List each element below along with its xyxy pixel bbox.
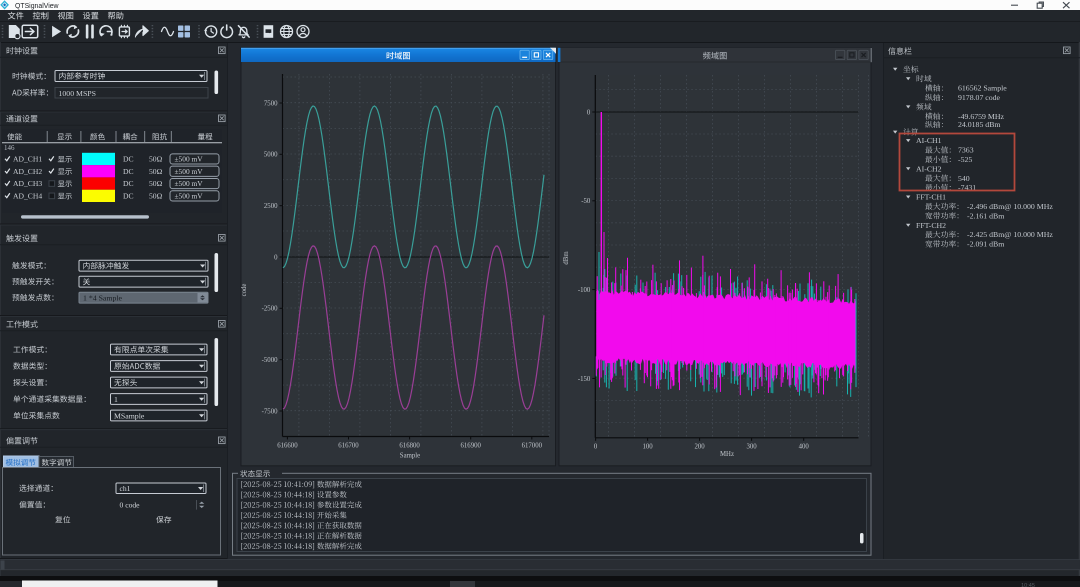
- svg-text:±500 mV: ±500 mV: [175, 179, 204, 188]
- svg-text:-100: -100: [578, 287, 591, 294]
- svg-text:10:45: 10:45: [1021, 583, 1035, 587]
- svg-text:AD_CH4: AD_CH4: [13, 192, 42, 201]
- svg-text:300: 300: [746, 444, 757, 451]
- svg-text:MHz: MHz: [720, 451, 734, 458]
- svg-text:DC: DC: [123, 155, 134, 164]
- svg-text:200: 200: [694, 444, 705, 451]
- svg-text:AD_CH3: AD_CH3: [13, 179, 42, 188]
- svg-text:-5000: -5000: [262, 357, 278, 364]
- svg-text:DC: DC: [123, 192, 134, 201]
- svg-text:1: 1: [114, 395, 118, 404]
- svg-text:5000: 5000: [264, 152, 278, 159]
- svg-text:-2500: -2500: [262, 306, 278, 313]
- svg-text:Sample: Sample: [400, 453, 420, 460]
- svg-text:code: code: [241, 284, 248, 297]
- svg-text:±500 mV: ±500 mV: [175, 192, 204, 201]
- svg-text:AI-CH1: AI-CH1: [916, 136, 942, 145]
- svg-text:DC: DC: [123, 179, 134, 188]
- svg-text:MSample: MSample: [114, 411, 145, 420]
- svg-text:616800: 616800: [399, 443, 420, 450]
- svg-text:-2.161 dBm: -2.161 dBm: [967, 211, 1004, 220]
- svg-text:24.0185 dBm: 24.0185 dBm: [958, 120, 1000, 129]
- svg-text:-150: -150: [578, 376, 591, 383]
- svg-text:-525: -525: [958, 155, 972, 164]
- svg-text:100: 100: [642, 444, 653, 451]
- svg-text:146: 146: [4, 144, 15, 152]
- svg-text:616900: 616900: [461, 443, 482, 450]
- svg-text:1000 MSPS: 1000 MSPS: [59, 89, 97, 98]
- svg-text:616700: 616700: [338, 443, 359, 450]
- svg-text:±500 mV: ±500 mV: [175, 167, 204, 176]
- svg-text:0: 0: [274, 254, 278, 261]
- svg-text:-7500: -7500: [262, 408, 278, 415]
- svg-text:7500: 7500: [264, 100, 278, 107]
- svg-text:AI-CH2: AI-CH2: [916, 164, 942, 173]
- svg-text:0 code: 0 code: [120, 501, 141, 510]
- svg-text:7363: 7363: [958, 146, 974, 155]
- svg-text:ch1: ch1: [120, 484, 131, 493]
- svg-text:AD_CH1: AD_CH1: [13, 155, 42, 164]
- svg-text:9178.07 code: 9178.07 code: [958, 93, 1001, 102]
- svg-text:FFT-CH2: FFT-CH2: [916, 221, 946, 230]
- svg-text:-50: -50: [581, 198, 591, 205]
- svg-text:50Ω: 50Ω: [149, 179, 163, 188]
- svg-text:50Ω: 50Ω: [149, 192, 163, 201]
- svg-text:2500: 2500: [264, 203, 278, 210]
- svg-text:DC: DC: [123, 167, 134, 176]
- svg-text:616562 Sample: 616562 Sample: [958, 84, 1007, 93]
- svg-text:-2.091 dBm: -2.091 dBm: [967, 240, 1004, 249]
- svg-text:616600: 616600: [277, 443, 298, 450]
- svg-text:540: 540: [958, 174, 970, 183]
- svg-text:0: 0: [594, 444, 598, 451]
- svg-text:50Ω: 50Ω: [149, 155, 163, 164]
- svg-text:-2.496 dBm@ 10.000 MHz: -2.496 dBm@ 10.000 MHz: [967, 202, 1053, 211]
- svg-text:1 *4 Sample: 1 *4 Sample: [83, 294, 123, 303]
- svg-text:±500 mV: ±500 mV: [175, 155, 204, 164]
- svg-text:0: 0: [587, 109, 591, 116]
- svg-text:QTSignalView: QTSignalView: [15, 3, 59, 10]
- svg-text:FFT-CH1: FFT-CH1: [916, 193, 946, 202]
- svg-text:50Ω: 50Ω: [149, 167, 163, 176]
- svg-text:400: 400: [799, 444, 810, 451]
- svg-text:617000: 617000: [522, 443, 543, 450]
- svg-text:dBm: dBm: [563, 251, 570, 265]
- svg-text:AD_CH2: AD_CH2: [13, 167, 42, 176]
- svg-text:-2.425 dBm@ 10.000 MHz: -2.425 dBm@ 10.000 MHz: [967, 230, 1053, 239]
